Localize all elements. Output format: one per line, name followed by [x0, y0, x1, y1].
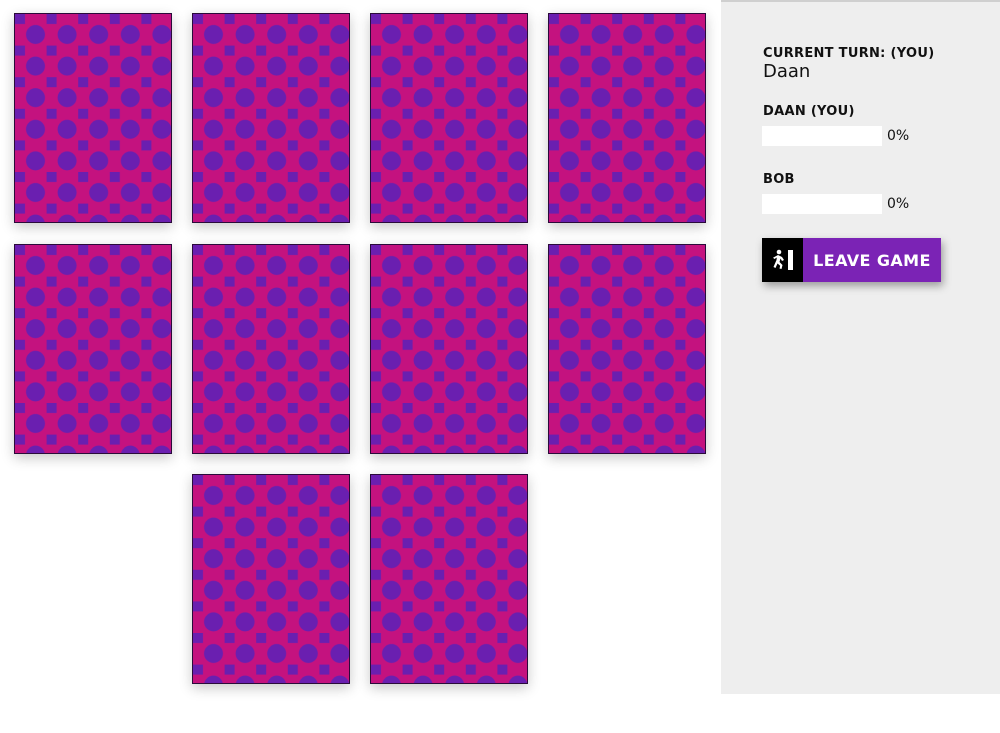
leave-game-label: LEAVE GAME	[813, 250, 931, 270]
memory-card[interactable]	[548, 13, 706, 223]
exit-door-icon	[762, 238, 803, 282]
memory-card[interactable]	[548, 244, 706, 454]
memory-card[interactable]	[192, 474, 350, 684]
card-back-pattern	[193, 245, 349, 453]
card-back-pattern	[15, 14, 171, 222]
card-back-pattern	[15, 245, 171, 453]
card-back-pattern	[549, 245, 705, 453]
memory-card[interactable]	[370, 13, 528, 223]
memory-card[interactable]	[192, 13, 350, 223]
memory-card[interactable]	[370, 244, 528, 454]
current-turn-label: CURRENT TURN: (YOU)	[763, 46, 935, 61]
memory-card[interactable]	[14, 13, 172, 223]
player-label-daan: DAAN (YOU)	[763, 104, 855, 119]
leave-game-button[interactable]: LEAVE GAME	[762, 238, 941, 282]
player-progress-text-daan: 0%	[887, 128, 910, 144]
player-progress-bar-bob	[762, 194, 882, 214]
player-progress-bar-daan	[762, 126, 882, 146]
memory-card[interactable]	[370, 474, 528, 684]
game-sidebar: CURRENT TURN: (YOU) Daan DAAN (YOU) 0% B…	[721, 0, 1000, 694]
card-back-pattern	[371, 245, 527, 453]
card-back-pattern	[371, 475, 527, 683]
player-progress-text-bob: 0%	[887, 196, 910, 212]
current-turn-player: Daan	[763, 61, 811, 82]
card-back-pattern	[193, 14, 349, 222]
player-label-bob: BOB	[763, 172, 795, 187]
card-back-pattern	[193, 475, 349, 683]
card-back-pattern	[371, 14, 527, 222]
memory-card[interactable]	[192, 244, 350, 454]
memory-card[interactable]	[14, 244, 172, 454]
card-back-pattern	[549, 14, 705, 222]
game-board	[0, 0, 721, 733]
